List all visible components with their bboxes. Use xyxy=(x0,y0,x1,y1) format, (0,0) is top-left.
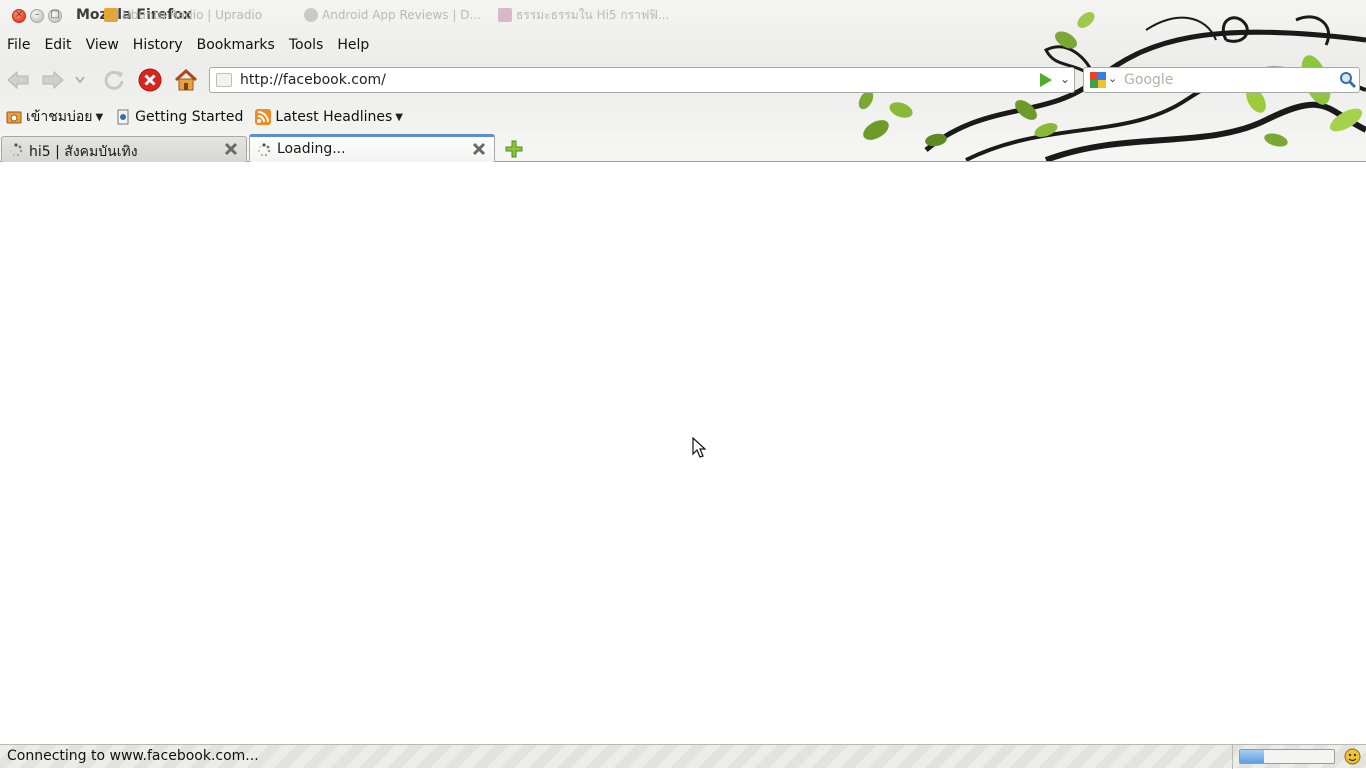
chevron-down-icon: ▼ xyxy=(95,111,104,123)
android-favicon-icon xyxy=(304,8,318,22)
bookmark-getting-started[interactable]: Getting Started xyxy=(109,105,249,129)
menu-view[interactable]: View xyxy=(79,34,126,58)
menu-bar: File Edit View History Bookmarks Tools H… xyxy=(0,34,376,58)
back-button[interactable] xyxy=(5,67,31,93)
radio-favicon-icon xyxy=(104,8,118,22)
tab-close-icon[interactable] xyxy=(224,142,238,156)
tab-strip: hi5 | สังคมบันเทิง Loading... xyxy=(0,134,1366,162)
status-text: Connecting to www.facebook.com... xyxy=(7,748,259,764)
tab-close-icon[interactable] xyxy=(472,142,486,156)
minimize-icon: – xyxy=(34,9,40,20)
search-input[interactable] xyxy=(1124,70,1339,90)
url-history-dropdown[interactable]: ⌄ xyxy=(1060,72,1070,86)
bookmark-latest-headlines[interactable]: Latest Headlines ▼ xyxy=(249,105,409,129)
engine-dropdown-icon[interactable]: ⌄ xyxy=(1108,72,1117,85)
menu-tools[interactable]: Tools xyxy=(282,34,331,58)
back-arrow-icon xyxy=(7,70,29,90)
menu-edit[interactable]: Edit xyxy=(37,34,78,58)
window-minimize-button[interactable]: – xyxy=(30,9,44,23)
chevron-down-icon xyxy=(75,76,85,84)
reload-button[interactable] xyxy=(101,67,127,93)
progress-fill xyxy=(1240,750,1264,763)
url-text: http://facebook.com/ xyxy=(240,72,386,88)
tab-loading[interactable]: Loading... xyxy=(249,134,495,162)
status-bar: Connecting to www.facebook.com... xyxy=(0,744,1366,769)
page-favicon-icon xyxy=(216,73,232,87)
close-icon: × xyxy=(14,9,24,20)
search-bar[interactable]: ⌄ xyxy=(1083,67,1360,93)
status-divider xyxy=(1232,745,1233,769)
reload-icon xyxy=(104,70,124,90)
loading-throbber-icon xyxy=(9,143,23,157)
addon-status-icon[interactable] xyxy=(1344,748,1361,765)
tab-label: Loading... xyxy=(277,141,346,157)
page-icon xyxy=(117,109,129,125)
menu-file[interactable]: File xyxy=(0,34,37,58)
bookmarks-toolbar: เข้าชมบ่อย ▼ Getting Started Latest Head… xyxy=(0,104,409,130)
forward-arrow-icon xyxy=(42,70,64,90)
tab-hi5[interactable]: hi5 | สังคมบันเทิง xyxy=(1,136,247,162)
folder-icon xyxy=(6,111,22,124)
title-bar: × – □ Mozilla Firefox Ubuntu Radio | Upr… xyxy=(0,0,1366,32)
page-content[interactable] xyxy=(0,162,1366,744)
window-close-button[interactable]: × xyxy=(12,9,26,23)
mouse-pointer-icon xyxy=(692,437,706,458)
go-button[interactable] xyxy=(1040,73,1052,87)
home-button[interactable] xyxy=(173,67,199,93)
background-window-tab: Android App Reviews | D... xyxy=(300,4,485,28)
rss-feed-icon xyxy=(255,109,272,125)
menu-bookmarks[interactable]: Bookmarks xyxy=(190,34,282,58)
progress-bar xyxy=(1239,749,1335,764)
site-favicon-icon xyxy=(498,8,512,22)
maximize-icon: □ xyxy=(50,9,60,20)
menu-history[interactable]: History xyxy=(126,34,190,58)
chevron-down-icon: ▼ xyxy=(395,111,403,123)
tab-label: hi5 | สังคมบันเทิง xyxy=(29,144,138,160)
forward-button[interactable] xyxy=(40,67,66,93)
stop-button[interactable] xyxy=(137,67,163,93)
navigation-toolbar: http://facebook.com/ ⌄ ⌄ xyxy=(0,64,1366,96)
history-dropdown-button[interactable] xyxy=(72,67,88,93)
new-tab-button[interactable] xyxy=(505,140,523,158)
google-engine-icon[interactable] xyxy=(1090,72,1106,88)
menu-help[interactable]: Help xyxy=(330,34,376,58)
loading-throbber-icon xyxy=(257,143,271,157)
bookmark-most-visited[interactable]: เข้าชมบ่อย ▼ xyxy=(0,105,109,129)
background-window-tab: ธรรมะธรรมใน Hi5 กราฟฟิ... xyxy=(494,4,669,28)
background-window-tab: Ubuntu Radio | Upradio xyxy=(100,4,290,28)
window-maximize-button[interactable]: □ xyxy=(48,9,62,23)
browser-chrome: × – □ Mozilla Firefox Ubuntu Radio | Upr… xyxy=(0,0,1366,162)
url-bar[interactable]: http://facebook.com/ ⌄ xyxy=(209,67,1075,93)
home-icon xyxy=(174,69,198,91)
stop-icon xyxy=(138,68,162,92)
magnifier-icon[interactable] xyxy=(1339,71,1357,89)
